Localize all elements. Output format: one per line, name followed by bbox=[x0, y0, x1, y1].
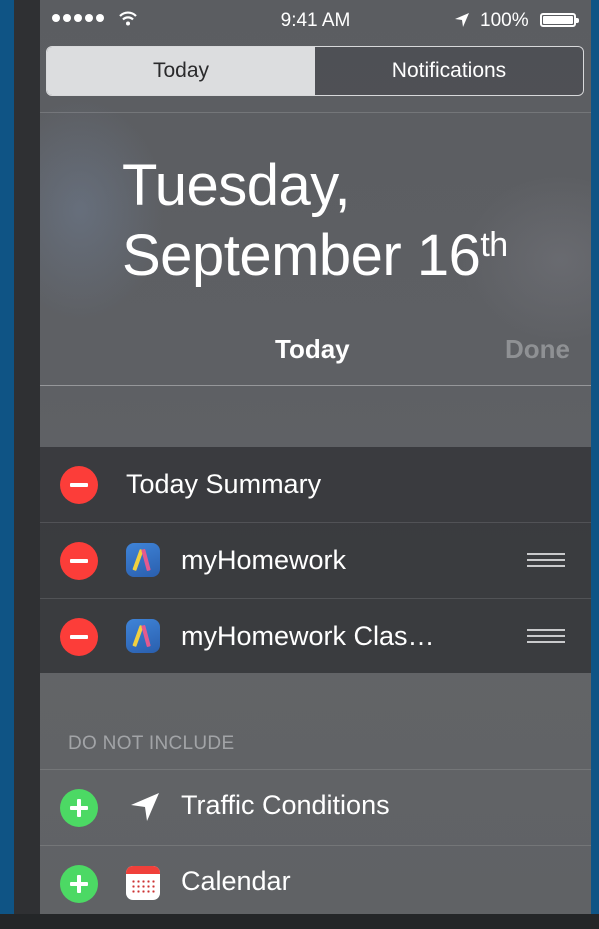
list-item: Today Summary bbox=[40, 447, 591, 522]
location-arrow-icon bbox=[131, 793, 159, 821]
tab-notifications[interactable]: Notifications bbox=[315, 47, 583, 95]
list-item: myHomework bbox=[40, 522, 591, 598]
status-bar: 9:41 AM 100% bbox=[40, 0, 591, 42]
myhomework-app-icon bbox=[126, 543, 160, 577]
list-item: Traffic Conditions bbox=[40, 769, 591, 845]
add-icon[interactable] bbox=[60, 865, 98, 903]
reorder-handle-icon[interactable] bbox=[527, 553, 565, 571]
date-month-day: September 16th bbox=[122, 222, 508, 289]
notification-center: 9:41 AM 100% Today Notifications Tuesday… bbox=[40, 0, 591, 914]
date-weekday: Tuesday, bbox=[122, 153, 351, 218]
widget-label: myHomework bbox=[181, 545, 347, 575]
reorder-handle-icon[interactable] bbox=[527, 629, 565, 647]
edit-header-divider bbox=[40, 385, 591, 386]
list-item: Calendar bbox=[40, 845, 591, 914]
date-month-day-text: September 16 bbox=[122, 223, 481, 288]
excluded-widgets-list: Traffic Conditions Calendar bbox=[40, 769, 591, 914]
remove-icon[interactable] bbox=[60, 466, 98, 504]
location-arrow-icon bbox=[455, 13, 469, 27]
frame-left-shadow bbox=[14, 0, 40, 929]
battery-icon bbox=[540, 13, 579, 27]
widget-label: Traffic Conditions bbox=[181, 790, 390, 820]
calendar-app-icon bbox=[126, 866, 160, 900]
frame-left-border bbox=[0, 0, 14, 929]
list-item: myHomework Clas… bbox=[40, 598, 591, 674]
myhomework-app-icon bbox=[126, 619, 160, 653]
battery-percentage: 100% bbox=[480, 10, 529, 31]
add-icon[interactable] bbox=[60, 789, 98, 827]
segmented-control: Today Notifications bbox=[46, 46, 584, 96]
date-ordinal-suffix: th bbox=[480, 226, 508, 264]
remove-icon[interactable] bbox=[60, 542, 98, 580]
widget-label: Calendar bbox=[181, 866, 291, 896]
widget-label: myHomework Clas… bbox=[181, 621, 435, 651]
edit-header-title: Today bbox=[275, 334, 350, 364]
tab-today[interactable]: Today bbox=[47, 47, 315, 95]
remove-icon[interactable] bbox=[60, 618, 98, 656]
frame-bottom-border bbox=[0, 914, 599, 929]
frame-right-border bbox=[591, 0, 599, 929]
header-divider bbox=[40, 112, 591, 113]
included-widgets-list: Today Summary myHomework myHomework Clas… bbox=[40, 447, 591, 673]
widget-label: Today Summary bbox=[126, 469, 322, 499]
done-button[interactable]: Done bbox=[505, 334, 570, 365]
do-not-include-header: DO NOT INCLUDE bbox=[68, 733, 235, 754]
